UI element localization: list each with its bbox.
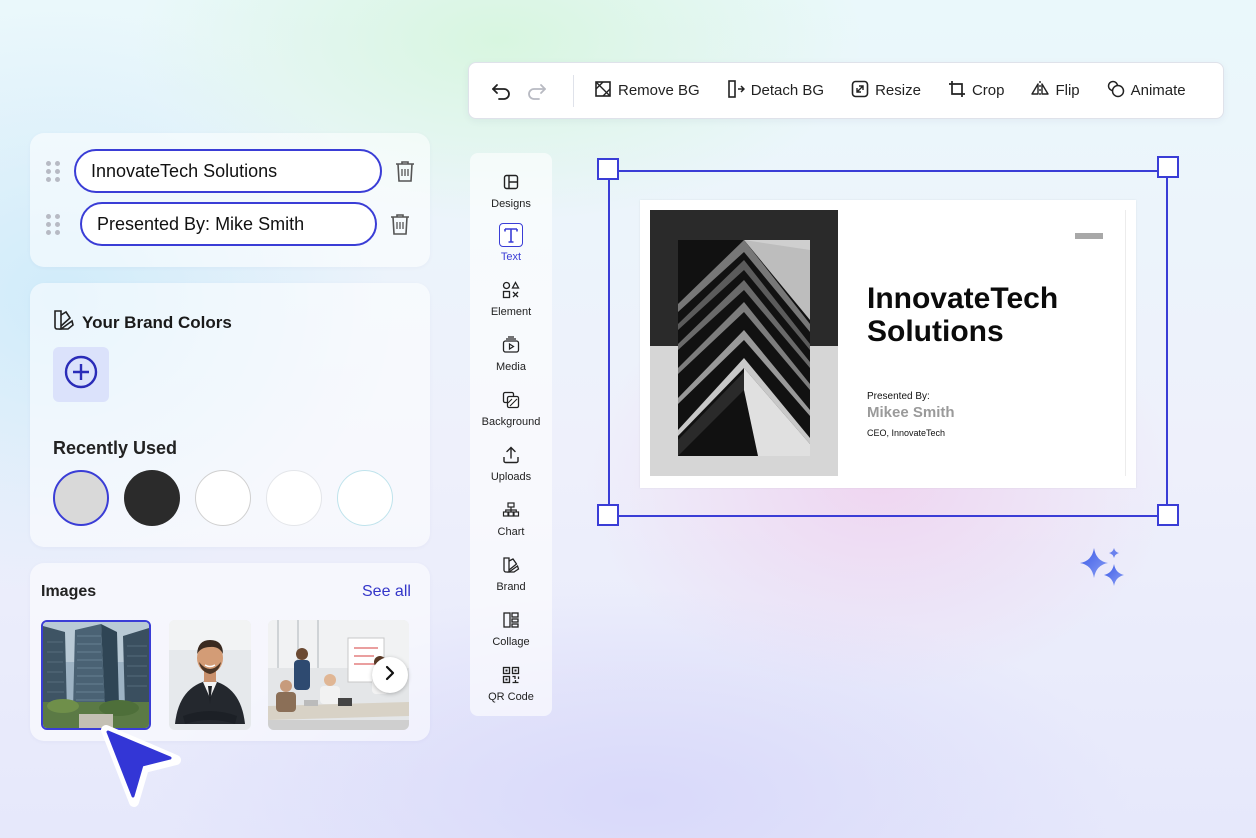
qr-code-icon [499, 663, 523, 687]
resize-label: Resize [875, 82, 921, 99]
resize-handle-bottom-left[interactable] [597, 504, 619, 526]
brand-colors-heading: Your Brand Colors [52, 308, 232, 337]
side-menu-label: Element [490, 306, 532, 318]
crop-button[interactable]: Crop [948, 80, 1005, 102]
remove-bg-label: Remove BG [618, 82, 700, 99]
resize-handle-bottom-right[interactable] [1157, 504, 1179, 526]
side-menu-label: Designs [491, 198, 531, 210]
toolbar-divider [573, 74, 574, 107]
text-layer-row [46, 202, 411, 246]
text-layer-input[interactable] [80, 202, 377, 246]
side-menu-item-chart[interactable]: Chart [470, 498, 552, 538]
brand-colors-title: Your Brand Colors [82, 312, 232, 332]
flip-label: Flip [1055, 82, 1080, 99]
color-swatch-light-gray[interactable] [53, 470, 109, 526]
resize-button[interactable]: Resize [851, 80, 921, 102]
brand-icon [52, 308, 76, 337]
side-menu-item-brand[interactable]: Brand [470, 553, 552, 593]
side-menu-item-collage[interactable]: Collage [470, 608, 552, 648]
side-menu-item-element[interactable]: Element [470, 278, 552, 318]
side-menu-label: Brand [496, 581, 526, 593]
crop-icon [948, 80, 966, 102]
undo-icon[interactable] [487, 77, 515, 105]
selection-frame [608, 170, 1168, 517]
side-menu-label: Chart [497, 526, 525, 538]
drag-handle-icon[interactable] [46, 161, 60, 182]
detach-bg-button[interactable]: Detach BG [727, 79, 825, 102]
side-menu: Designs Text Element Media Background Up… [470, 153, 552, 716]
editor-toolbar: Remove BG Detach BG Resize Crop Flip Ani… [468, 62, 1224, 119]
resize-handle-top-right[interactable] [1157, 156, 1179, 178]
detach-bg-icon [727, 79, 745, 102]
animate-button[interactable]: Animate [1107, 80, 1186, 102]
resize-icon [851, 80, 869, 102]
chevron-right-icon [384, 665, 396, 686]
sparkle-icon [1078, 546, 1128, 595]
image-thumbnail-business-man[interactable] [169, 620, 251, 730]
color-swatch-white[interactable] [266, 470, 322, 526]
images-title: Images [41, 583, 97, 600]
side-menu-item-uploads[interactable]: Uploads [470, 443, 552, 483]
see-all-link[interactable]: See all [362, 583, 411, 601]
side-menu-label: Uploads [490, 471, 532, 483]
side-menu-label: Text [500, 251, 522, 263]
side-menu-item-background[interactable]: Background [470, 388, 552, 428]
crop-label: Crop [971, 82, 1005, 99]
side-menu-label: Collage [492, 636, 530, 648]
detach-bg-label: Detach BG [750, 82, 825, 99]
shapes-icon [499, 278, 523, 302]
side-menu-item-media[interactable]: Media [470, 333, 552, 373]
flip-icon [1031, 80, 1050, 102]
redo-icon[interactable] [523, 77, 551, 105]
side-menu-label: Media [496, 361, 526, 373]
upload-icon [499, 443, 523, 467]
color-swatch-white[interactable] [337, 470, 393, 526]
remove-bg-icon [594, 80, 612, 102]
color-swatch-black[interactable] [124, 470, 180, 526]
side-menu-item-text[interactable]: Text [470, 223, 552, 263]
flip-button[interactable]: Flip [1031, 80, 1080, 102]
next-images-button[interactable] [372, 657, 408, 693]
remove-bg-button[interactable]: Remove BG [594, 80, 700, 102]
resize-handle-top-left[interactable] [597, 158, 619, 180]
color-swatch-white[interactable] [195, 470, 251, 526]
media-icon [499, 333, 523, 357]
text-icon [499, 223, 523, 247]
brand-icon [499, 553, 523, 577]
add-brand-color-button[interactable] [53, 347, 109, 402]
side-menu-label: QR Code [488, 691, 534, 703]
side-menu-label: Background [481, 416, 541, 428]
collage-icon [499, 608, 523, 632]
plus-circle-icon [64, 355, 98, 394]
image-thumbnail-office-building[interactable] [41, 620, 151, 730]
side-menu-item-designs[interactable]: Designs [470, 170, 552, 210]
text-layer-row [46, 149, 416, 193]
drag-handle-icon[interactable] [46, 214, 60, 235]
layout-icon [499, 170, 523, 194]
recently-used-title: Recently Used [53, 438, 178, 458]
trash-icon[interactable] [394, 159, 416, 183]
pointer-cursor-icon [100, 724, 184, 813]
animate-icon [1107, 80, 1125, 102]
animate-label: Animate [1130, 82, 1186, 99]
text-layer-input[interactable] [74, 149, 382, 193]
chart-icon [499, 498, 523, 522]
trash-icon[interactable] [389, 212, 411, 236]
side-menu-item-qr-code[interactable]: QR Code [470, 663, 552, 703]
background-icon [499, 388, 523, 412]
